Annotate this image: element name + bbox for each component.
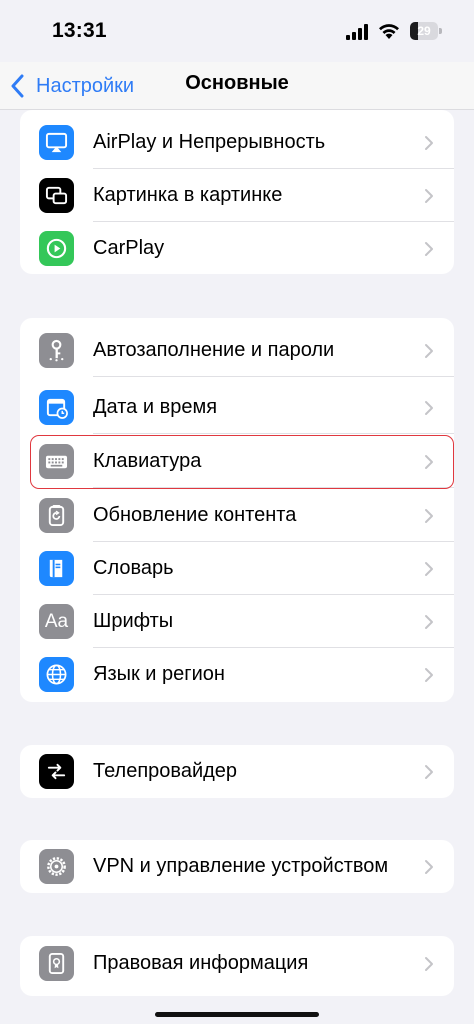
row-label: Дата и время	[93, 396, 218, 418]
row-airplay[interactable]: AirPlay и Непрерывность	[20, 116, 454, 169]
chevron-right-icon	[425, 957, 433, 971]
chevron-right-icon	[425, 242, 433, 256]
back-button[interactable]: Настройки	[10, 68, 134, 104]
row-legal-information[interactable]: Правовая информация	[20, 937, 454, 990]
divider	[93, 433, 454, 434]
settings-group-tv-provider: Телепровайдер	[20, 745, 454, 798]
row-picture-in-picture[interactable]: Картинка в картинке	[20, 169, 454, 222]
row-label: Автозаполнение и пароли	[93, 339, 335, 361]
book-icon	[39, 551, 74, 586]
battery-indicator: 29	[410, 22, 442, 40]
font-icon-glyph: Aa	[44, 610, 69, 632]
refresh-icon	[39, 498, 74, 533]
font-icon: Aa	[39, 604, 74, 639]
row-tv-provider[interactable]: Телепровайдер	[20, 745, 454, 798]
status-bar: 13:31 29	[0, 0, 474, 62]
settings-group-input: Автозаполнение и пароли Дата и время Кла…	[20, 318, 454, 702]
chevron-right-icon	[425, 344, 433, 358]
row-fonts[interactable]: Aa Шрифты	[20, 595, 454, 648]
settings-group-vpn: VPN и управление устройством	[20, 840, 454, 893]
key-icon	[39, 333, 74, 368]
picture-in-picture-icon	[39, 178, 74, 213]
gear-icon	[39, 849, 74, 884]
row-label: Словарь	[93, 557, 174, 579]
battery-percent: 29	[417, 24, 431, 38]
chevron-right-icon	[425, 765, 433, 779]
row-keyboard[interactable]: Клавиатура	[20, 435, 454, 488]
settings-group-continuity: AirPlay и Непрерывность Картинка в карти…	[20, 110, 454, 274]
row-label: Правовая информация	[93, 952, 309, 974]
cellular-signal-icon	[346, 24, 368, 40]
row-label: Язык и регион	[93, 663, 225, 685]
airplay-icon	[39, 125, 74, 160]
wifi-icon	[379, 24, 399, 39]
legal-document-icon	[39, 946, 74, 981]
row-label: AirPlay и Непрерывность	[93, 131, 326, 153]
row-label: Шрифты	[93, 610, 174, 632]
row-background-refresh[interactable]: Обновление контента	[20, 489, 454, 542]
row-label: CarPlay	[93, 237, 165, 259]
chevron-right-icon	[425, 509, 433, 523]
chevron-right-icon	[425, 136, 433, 150]
chevron-right-icon	[425, 401, 433, 415]
row-dictionary[interactable]: Словарь	[20, 542, 454, 595]
globe-icon	[39, 657, 74, 692]
row-label: Картинка в картинке	[93, 184, 283, 206]
settings-screen: 13:31 29 Основные Настройки AirPlay и Не…	[0, 0, 474, 1024]
chevron-right-icon	[425, 455, 433, 469]
navigation-bar: Основные Настройки	[0, 62, 474, 110]
chevron-right-icon	[425, 860, 433, 874]
home-indicator	[155, 1012, 319, 1017]
divider	[93, 487, 454, 488]
row-carplay[interactable]: CarPlay	[20, 222, 454, 274]
status-time: 13:31	[52, 19, 107, 42]
row-label: Клавиатура	[93, 450, 202, 472]
row-label: Обновление контента	[93, 504, 297, 526]
chevron-right-icon	[425, 668, 433, 682]
divider	[93, 376, 454, 377]
row-vpn-device-management[interactable]: VPN и управление устройством	[20, 840, 454, 893]
chevron-left-icon	[11, 74, 24, 98]
chevron-right-icon	[425, 615, 433, 629]
settings-group-legal: Правовая информация	[20, 936, 454, 996]
row-language-region[interactable]: Язык и регион	[20, 648, 454, 701]
row-autofill-passwords[interactable]: Автозаполнение и пароли	[20, 324, 454, 377]
keyboard-icon	[39, 444, 74, 479]
back-label: Настройки	[36, 74, 135, 97]
tv-provider-icon	[39, 754, 74, 789]
row-date-time[interactable]: Дата и время	[20, 381, 454, 434]
row-label: Телепровайдер	[93, 760, 238, 782]
row-label: VPN и управление устройством	[93, 855, 389, 877]
carplay-icon	[39, 231, 74, 266]
chevron-right-icon	[425, 189, 433, 203]
calendar-clock-icon	[39, 390, 74, 425]
chevron-right-icon	[425, 562, 433, 576]
